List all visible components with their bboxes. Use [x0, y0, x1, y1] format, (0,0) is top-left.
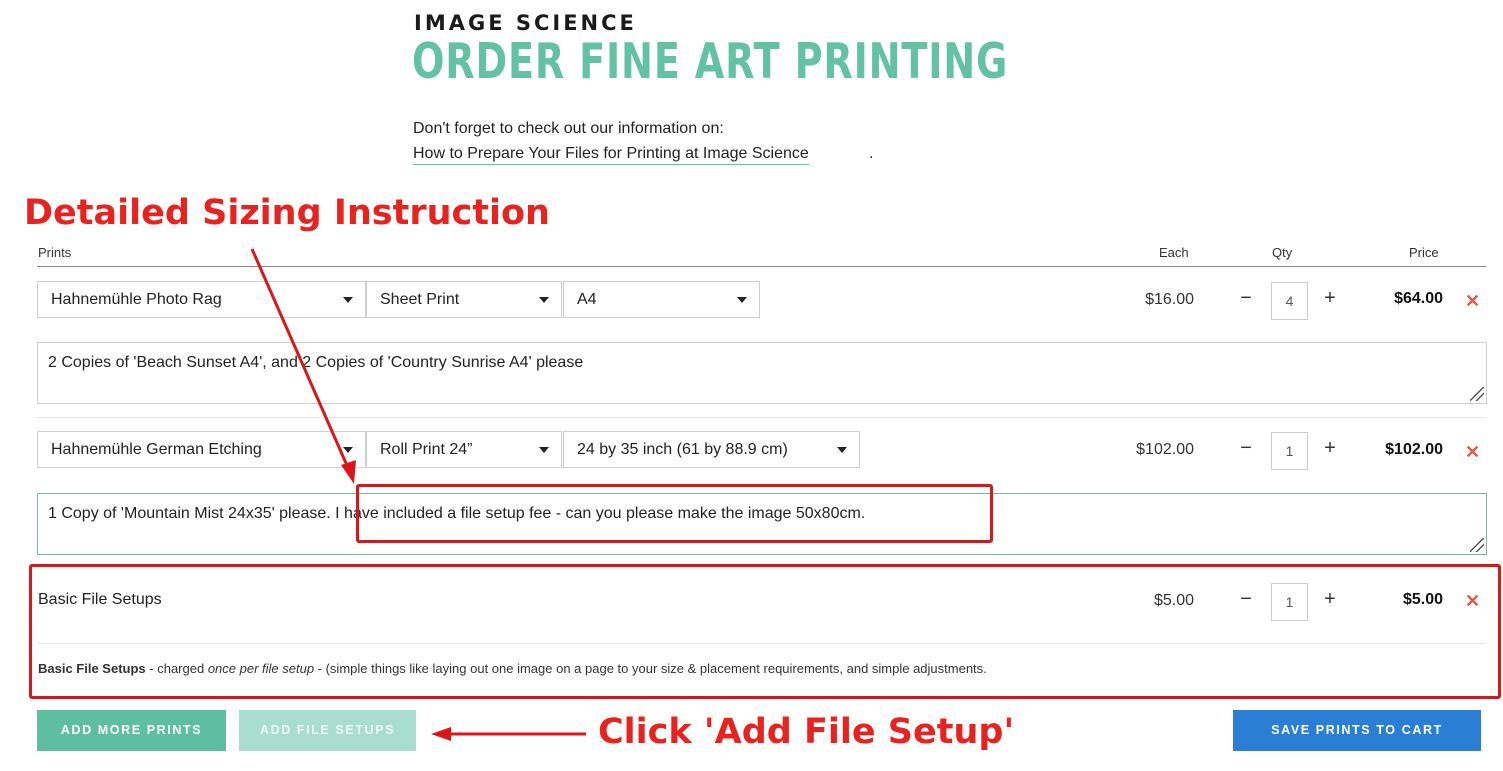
column-header-prints: Prints — [38, 245, 72, 260]
each-price-row-1: $16.00 — [1145, 291, 1194, 308]
annotation-sizing-label: Detailed Sizing Instruction — [24, 193, 550, 233]
arrowhead-icon — [431, 727, 451, 741]
resize-grip-icon[interactable] — [1470, 387, 1484, 401]
column-header-qty: Qty — [1272, 245, 1293, 260]
brand-name: IMAGE SCIENCE — [414, 11, 637, 35]
print-type-select-row-1[interactable]: Sheet Print — [366, 281, 562, 318]
print-type-select-value: Roll Print 24” — [380, 441, 473, 458]
remove-icon[interactable]: ✕ — [1465, 442, 1480, 463]
column-header-price: Price — [1409, 245, 1439, 260]
each-price-row-2: $102.00 — [1136, 441, 1194, 458]
size-select-value: 24 by 35 inch (61 by 88.9 cm) — [577, 441, 788, 458]
save-prints-to-cart-button[interactable]: SAVE PRINTS TO CART — [1233, 710, 1481, 751]
paper-select-value: Hahnemühle German Etching — [51, 441, 262, 458]
qty-decrease-button[interactable]: − — [1238, 287, 1254, 310]
qty-increase-button[interactable]: + — [1322, 287, 1338, 310]
paper-select-value: Hahnemühle Photo Rag — [51, 291, 222, 308]
add-file-setups-button[interactable]: ADD FILE SETUPS — [239, 710, 416, 751]
remove-icon[interactable]: ✕ — [1465, 291, 1480, 312]
print-type-select-row-2[interactable]: Roll Print 24” — [366, 431, 562, 468]
print-type-select-value: Sheet Print — [380, 291, 460, 308]
size-select-value: A4 — [577, 291, 597, 308]
size-select-row-1[interactable]: A4 — [563, 281, 760, 318]
chevron-down-icon — [343, 447, 353, 453]
annotation-click-label: Click 'Add File Setup' — [598, 712, 1015, 752]
size-select-row-2[interactable]: 24 by 35 inch (61 by 88.9 cm) — [563, 431, 860, 468]
sizing-highlight-box — [356, 484, 993, 543]
info-text: Don't forget to check out our informatio… — [413, 120, 724, 137]
chevron-down-icon — [343, 297, 353, 303]
prepare-files-link[interactable]: How to Prepare Your Files for Printing a… — [413, 145, 809, 165]
qty-increase-button[interactable]: + — [1322, 437, 1338, 460]
add-more-prints-button[interactable]: ADD MORE PRINTS — [37, 710, 226, 751]
resize-grip-icon[interactable] — [1470, 538, 1484, 552]
chevron-down-icon — [737, 297, 747, 303]
notes-textarea-row-1[interactable]: 2 Copies of 'Beach Sunset A4', and 2 Cop… — [37, 342, 1487, 404]
chevron-down-icon — [539, 297, 549, 303]
table-header-divider — [37, 266, 1486, 267]
chevron-down-icon — [837, 447, 847, 453]
paper-select-row-1[interactable]: Hahnemühle Photo Rag — [37, 281, 366, 318]
chevron-down-icon — [539, 447, 549, 453]
notes-text: 2 Copies of 'Beach Sunset A4', and 2 Cop… — [48, 354, 584, 371]
page-title: ORDER FINE ART PRINTING — [412, 33, 1009, 90]
qty-input-row-1[interactable]: 4 — [1271, 282, 1308, 320]
qty-decrease-button[interactable]: − — [1238, 437, 1254, 460]
qty-input-row-2[interactable]: 1 — [1271, 432, 1308, 470]
line-price-row-1: $64.00 — [1394, 290, 1443, 307]
file-setup-highlight-box — [29, 564, 1501, 699]
column-header-each: Each — [1159, 245, 1189, 260]
line-price-row-2: $102.00 — [1385, 441, 1443, 458]
info-period: . — [869, 145, 874, 162]
paper-select-row-2[interactable]: Hahnemühle German Etching — [37, 431, 366, 468]
row-divider — [37, 417, 1486, 418]
